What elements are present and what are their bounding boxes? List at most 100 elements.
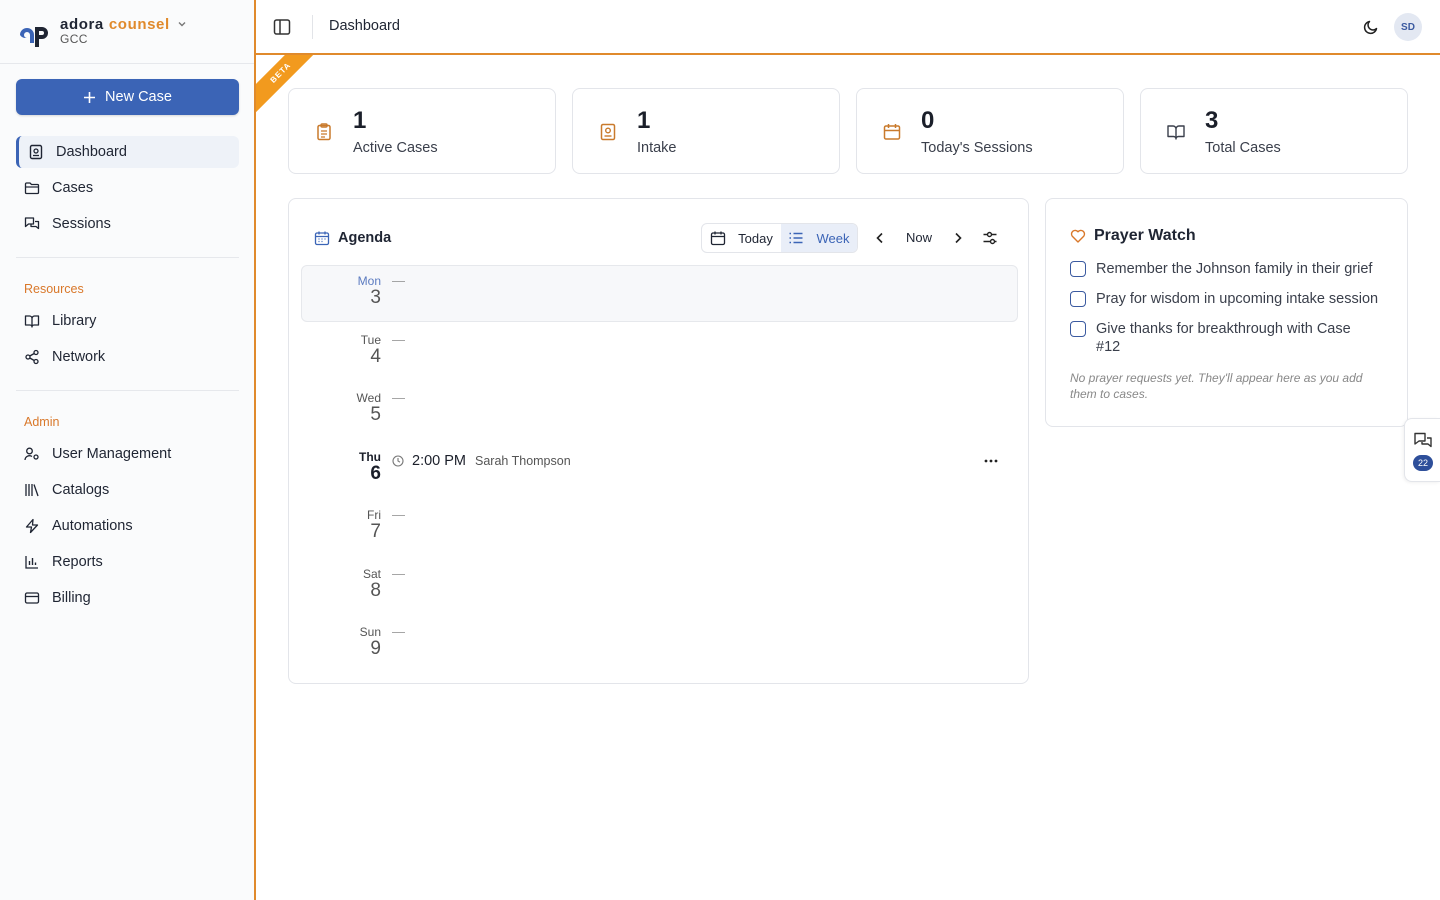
sidebar-toggle-icon[interactable]: [272, 17, 292, 37]
stat-card-todays-sessions[interactable]: 0 Today's Sessions: [856, 88, 1124, 174]
stat-card-total-cases[interactable]: 3 Total Cases: [1140, 88, 1408, 174]
chat-drawer-tab[interactable]: 22: [1404, 418, 1440, 482]
sidebar-item-label: Network: [52, 349, 106, 365]
main-nav: Dashboard Cases Sessions: [16, 136, 239, 244]
stat-card-intake[interactable]: 1 Intake: [572, 88, 840, 174]
day-name: Thu: [359, 450, 381, 464]
sidebar-item-reports[interactable]: Reports: [16, 546, 239, 578]
resources-nav: Library Network: [16, 305, 239, 377]
avatar[interactable]: SD: [1394, 13, 1422, 41]
new-case-label: New Case: [105, 89, 172, 105]
day-name: Mon: [357, 274, 381, 288]
contact-book-icon: [600, 123, 616, 141]
book-icon: [1167, 125, 1185, 140]
plus-icon: [84, 91, 96, 103]
sidebar-item-automations[interactable]: Automations: [16, 510, 239, 542]
day-number: 4: [370, 346, 381, 367]
today-button[interactable]: Today: [702, 224, 781, 252]
heart-icon: [1070, 229, 1086, 243]
credit-card-icon: [24, 592, 40, 604]
week-button[interactable]: Week: [780, 224, 857, 252]
chevron-left-icon[interactable]: [872, 230, 888, 246]
prayer-checkbox[interactable]: [1070, 291, 1086, 307]
agenda-day-mon: Mon 3: [341, 274, 381, 308]
prayer-watch-card: Prayer Watch Remember the Johnson family…: [1045, 198, 1408, 427]
calendar-icon: [710, 231, 726, 246]
sidebar-item-network[interactable]: Network: [16, 341, 239, 373]
empty-day-dash: —: [392, 624, 405, 639]
agenda-day-thu: Thu 6: [341, 450, 381, 484]
prayer-item: Give thanks for breakthrough with Case #…: [1070, 320, 1390, 356]
folder-icon: [24, 182, 40, 195]
prayer-item: Remember the Johnson family in their gri…: [1070, 260, 1390, 278]
sidebar-item-label: Dashboard: [56, 144, 127, 160]
stat-value: 0: [921, 107, 935, 134]
sidebar-item-dashboard[interactable]: Dashboard: [16, 136, 239, 168]
logo-icon: [20, 26, 48, 47]
sidebar-item-catalogs[interactable]: Catalogs: [16, 474, 239, 506]
zap-icon: [25, 518, 39, 534]
nav-heading-resources: Resources: [24, 282, 84, 296]
prayer-checkbox[interactable]: [1070, 321, 1086, 337]
prayer-checkbox[interactable]: [1070, 261, 1086, 277]
prayer-empty-hint: No prayer requests yet. They'll appear h…: [1070, 371, 1363, 401]
more-horizontal-icon[interactable]: [982, 453, 1000, 469]
new-case-button[interactable]: New Case: [16, 79, 239, 115]
stat-label: Total Cases: [1205, 140, 1281, 156]
agenda-day-sun: Sun 9: [341, 625, 381, 659]
nav-divider: [16, 390, 239, 391]
brand-name: adora: [60, 15, 104, 33]
sidebar-item-label: User Management: [52, 446, 172, 462]
prayer-item: Pray for wisdom in upcoming intake sessi…: [1070, 290, 1390, 308]
now-button[interactable]: Now: [906, 230, 932, 245]
sidebar-item-label: Sessions: [52, 216, 111, 232]
sidebar: adora counsel GCC New Case Dashboard Cas…: [0, 0, 256, 900]
sidebar-item-label: Library: [52, 313, 97, 329]
prayer-item-text: Give thanks for breakthrough with Case #…: [1096, 321, 1351, 355]
stat-value: 1: [353, 107, 367, 134]
agenda-card: Agenda Today Week Now Mon 3 — Tue 4 — We…: [288, 198, 1029, 684]
brand-name-accent: counsel: [108, 15, 170, 33]
library-icon: [25, 484, 39, 497]
page-title: Dashboard: [329, 18, 400, 34]
chevron-right-icon[interactable]: [950, 230, 966, 246]
calendar-icon: [883, 124, 901, 140]
stat-label: Today's Sessions: [921, 140, 1033, 156]
empty-day-dash: —: [392, 566, 405, 581]
sidebar-item-label: Automations: [52, 518, 133, 534]
sidebar-item-label: Billing: [52, 590, 91, 606]
agenda-header: Agenda: [314, 230, 391, 246]
user-key-icon: [24, 447, 39, 461]
agenda-day-sat: Sat 8: [341, 567, 381, 601]
sidebar-item-user-management[interactable]: User Management: [16, 438, 239, 470]
sidebar-item-cases[interactable]: Cases: [16, 172, 239, 204]
agenda-day-fri: Fri 7: [341, 508, 381, 542]
day-name: Tue: [360, 333, 381, 347]
stat-label: Active Cases: [353, 140, 438, 156]
moon-icon[interactable]: [1362, 18, 1380, 36]
org-name: GCC: [60, 31, 88, 46]
agenda-today-row[interactable]: [301, 265, 1018, 322]
sidebar-item-label: Reports: [52, 554, 103, 570]
sidebar-item-sessions[interactable]: Sessions: [16, 208, 239, 240]
agenda-day-wed: Wed 5: [341, 391, 381, 425]
stat-value: 3: [1205, 107, 1219, 134]
week-label: Week: [816, 230, 850, 246]
stat-card-active-cases[interactable]: 1 Active Cases: [288, 88, 556, 174]
empty-day-dash: —: [392, 332, 405, 347]
day-name: Sun: [359, 625, 381, 639]
sidebar-item-library[interactable]: Library: [16, 305, 239, 337]
brand-switcher[interactable]: adora counsel GCC: [0, 0, 254, 64]
messages-icon: [1414, 432, 1432, 448]
stat-label: Intake: [637, 140, 677, 156]
day-number: 9: [370, 638, 381, 659]
day-name: Sat: [362, 567, 381, 581]
clipboard-icon: [317, 123, 331, 141]
agenda-event[interactable]: 2:00 PM Sarah Thompson: [392, 453, 571, 469]
settings-sliders-icon[interactable]: [982, 230, 998, 246]
day-name: Fri: [367, 508, 381, 522]
bar-chart-icon: [25, 556, 38, 569]
day-number: 6: [370, 463, 381, 484]
empty-day-dash: —: [392, 507, 405, 522]
sidebar-item-billing[interactable]: Billing: [16, 582, 239, 614]
